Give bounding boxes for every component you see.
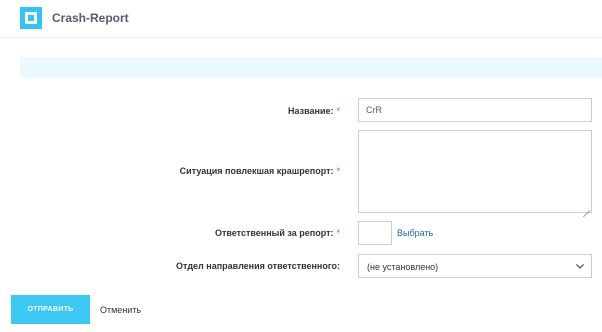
info-bar bbox=[20, 57, 602, 78]
required-mark: * bbox=[336, 228, 340, 238]
department-select-value: (не установлено) bbox=[367, 262, 439, 272]
chevron-down-icon bbox=[576, 264, 584, 269]
required-mark: * bbox=[336, 166, 340, 176]
name-label: Название: * bbox=[288, 106, 340, 116]
required-mark: * bbox=[336, 106, 340, 116]
department-select[interactable]: (не установлено) bbox=[358, 254, 592, 278]
situation-textarea[interactable] bbox=[358, 130, 592, 213]
resize-handle-icon[interactable] bbox=[583, 204, 590, 211]
submit-button[interactable]: ОТПРАВИТЬ bbox=[11, 295, 90, 324]
responsible-label: Ответственный за репорт: * bbox=[214, 228, 340, 238]
cancel-link[interactable]: Отменить bbox=[100, 305, 141, 315]
app-header: Crash-Report bbox=[0, 0, 602, 38]
app-logo-icon bbox=[20, 7, 42, 29]
choose-responsible-link[interactable]: Выбрать bbox=[397, 228, 433, 238]
app-title: Crash-Report bbox=[52, 11, 129, 25]
name-input[interactable] bbox=[358, 98, 592, 122]
department-label: Отдел направления ответственного: bbox=[176, 261, 340, 271]
responsible-user-field[interactable] bbox=[358, 221, 392, 245]
situation-label: Ситуация повлекшая крашрепорт: * bbox=[179, 166, 340, 176]
